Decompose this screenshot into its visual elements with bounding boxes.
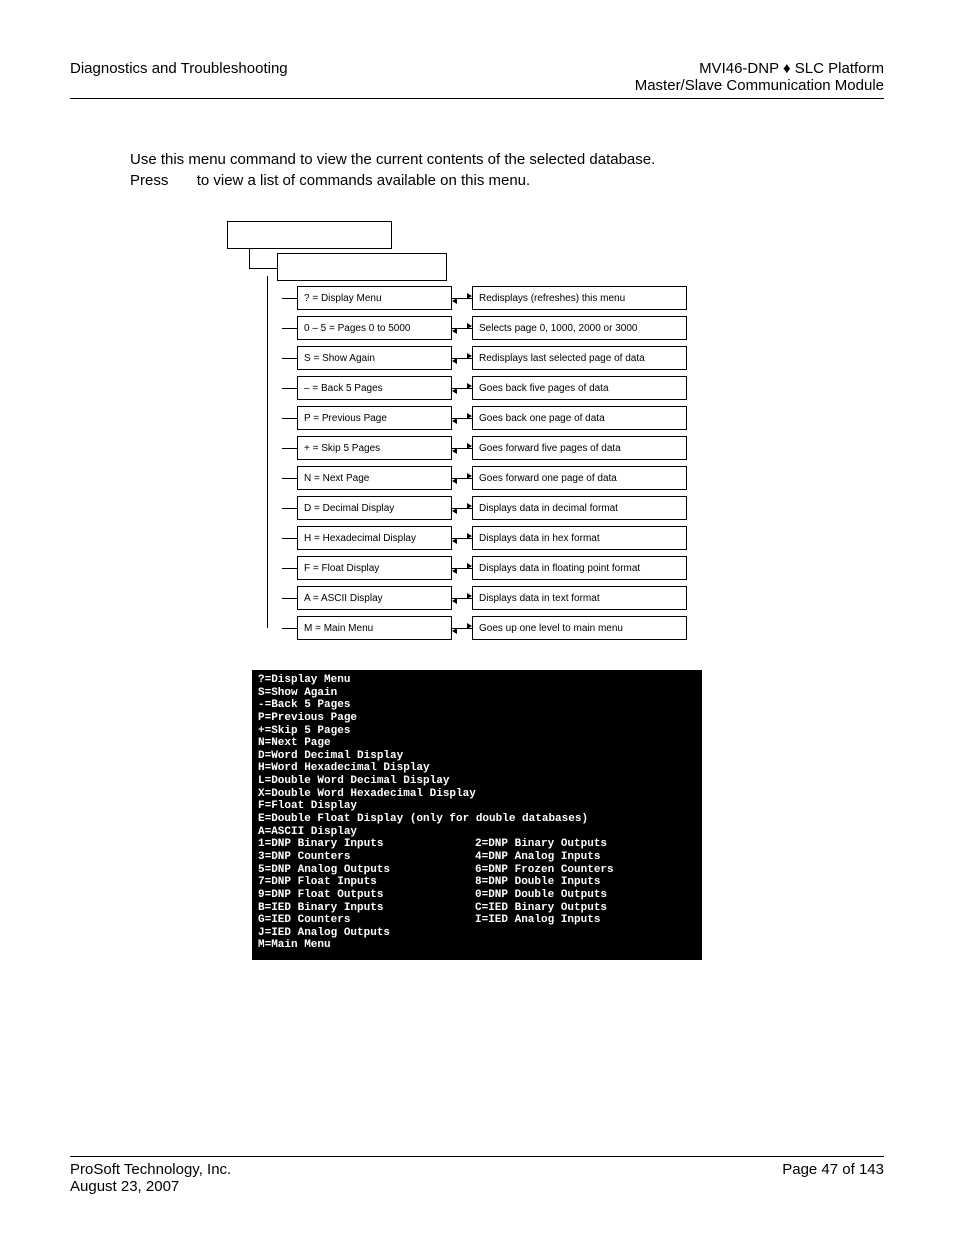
command-box: D = Decimal Display [297,496,452,520]
command-box: S = Show Again [297,346,452,370]
row-arrow-connector [452,616,472,640]
menu-row: S = Show Again Redisplays last selected p… [282,346,687,370]
row-left-connector [282,298,297,299]
row-left-connector [282,328,297,329]
row-left-connector [282,358,297,359]
menu-row: H = Hexadecimal Display Displays data in … [282,526,687,550]
row-arrow-connector [452,466,472,490]
description-box: Displays data in floating point format [472,556,687,580]
top-box-2 [277,253,447,281]
description-box: Redisplays (refreshes) this menu [472,286,687,310]
row-arrow-connector [452,346,472,370]
row-arrow-connector [452,316,472,340]
description-box: Goes forward one page of data [472,466,687,490]
description-box: Goes up one level to main menu [472,616,687,640]
row-arrow-connector [452,376,472,400]
header-right-line1: MVI46-DNP ♦ SLC Platform [635,60,884,77]
vertical-connector [267,281,282,640]
menu-row: – = Back 5 Pages Goes back five pages of … [282,376,687,400]
row-left-connector [282,598,297,599]
row-left-connector [282,538,297,539]
terminal-columns: 1=DNP Binary Inputs 3=DNP Counters 5=DNP… [258,838,692,952]
intro-line1: Use this menu command to view the curren… [130,149,884,170]
command-box: ? = Display Menu [297,286,452,310]
menu-rows: ? = Display Menu Redisplays (refreshes) t… [282,286,687,640]
row-left-connector [282,418,297,419]
command-box: 0 – 5 = Pages 0 to 5000 [297,316,452,340]
description-box: Goes forward five pages of data [472,436,687,460]
row-left-connector [282,568,297,569]
command-box: A = ASCII Display [297,586,452,610]
footer-company: ProSoft Technology, Inc. [70,1161,231,1178]
menu-row: ? = Display Menu Redisplays (refreshes) t… [282,286,687,310]
diagram-top-boxes [227,221,467,286]
menu-row: + = Skip 5 Pages Goes forward five pages … [282,436,687,460]
row-left-connector [282,388,297,389]
command-box: M = Main Menu [297,616,452,640]
page-header: Diagnostics and Troubleshooting MVI46-DN… [70,60,884,99]
header-right: MVI46-DNP ♦ SLC Platform Master/Slave Co… [635,60,884,94]
command-box: + = Skip 5 Pages [297,436,452,460]
top-connector [249,249,277,269]
menu-row: M = Main Menu Goes up one level to main m… [282,616,687,640]
menu-row: 0 – 5 = Pages 0 to 5000 Selects page 0, 1… [282,316,687,340]
command-box: N = Next Page [297,466,452,490]
description-box: Selects page 0, 1000, 2000 or 3000 [472,316,687,340]
command-box: H = Hexadecimal Display [297,526,452,550]
intro-text: Use this menu command to view the curren… [130,149,884,191]
terminal-screenshot: ?=Display Menu S=Show Again -=Back 5 Pag… [252,670,702,960]
menu-row: A = ASCII Display Displays data in text f… [282,586,687,610]
row-arrow-connector [452,286,472,310]
menu-diagram: ? = Display Menu Redisplays (refreshes) t… [70,221,884,640]
description-box: Displays data in text format [472,586,687,610]
menu-row: P = Previous Page Goes back one page of d… [282,406,687,430]
top-box-1 [227,221,392,249]
description-box: Goes back one page of data [472,406,687,430]
row-arrow-connector [452,496,472,520]
row-arrow-connector [452,526,472,550]
intro-line2: Press to view a list of commands availab… [130,170,884,191]
description-box: Displays data in decimal format [472,496,687,520]
terminal-col-1: 1=DNP Binary Inputs 3=DNP Counters 5=DNP… [258,838,475,952]
description-box: Redisplays last selected page of data [472,346,687,370]
menu-row: D = Decimal Display Displays data in deci… [282,496,687,520]
terminal-top-lines: ?=Display Menu S=Show Again -=Back 5 Pag… [258,674,692,838]
description-box: Goes back five pages of data [472,376,687,400]
command-box: F = Float Display [297,556,452,580]
footer-left: ProSoft Technology, Inc. August 23, 2007 [70,1161,231,1195]
description-box: Displays data in hex format [472,526,687,550]
row-left-connector [282,508,297,509]
row-arrow-connector [452,406,472,430]
page-footer: ProSoft Technology, Inc. August 23, 2007… [70,1156,884,1195]
header-left: Diagnostics and Troubleshooting [70,60,288,94]
footer-date: August 23, 2007 [70,1178,231,1195]
row-left-connector [282,478,297,479]
row-left-connector [282,448,297,449]
row-arrow-connector [452,586,472,610]
row-left-connector [282,628,297,629]
footer-page-number: Page 47 of 143 [782,1161,884,1195]
command-box: P = Previous Page [297,406,452,430]
row-arrow-connector [452,436,472,460]
command-box: – = Back 5 Pages [297,376,452,400]
terminal-col-2: 2=DNP Binary Outputs 4=DNP Analog Inputs… [475,838,692,952]
header-right-line2: Master/Slave Communication Module [635,77,884,94]
row-arrow-connector [452,556,472,580]
menu-row: N = Next Page Goes forward one page of da… [282,466,687,490]
menu-row: F = Float Display Displays data in floati… [282,556,687,580]
